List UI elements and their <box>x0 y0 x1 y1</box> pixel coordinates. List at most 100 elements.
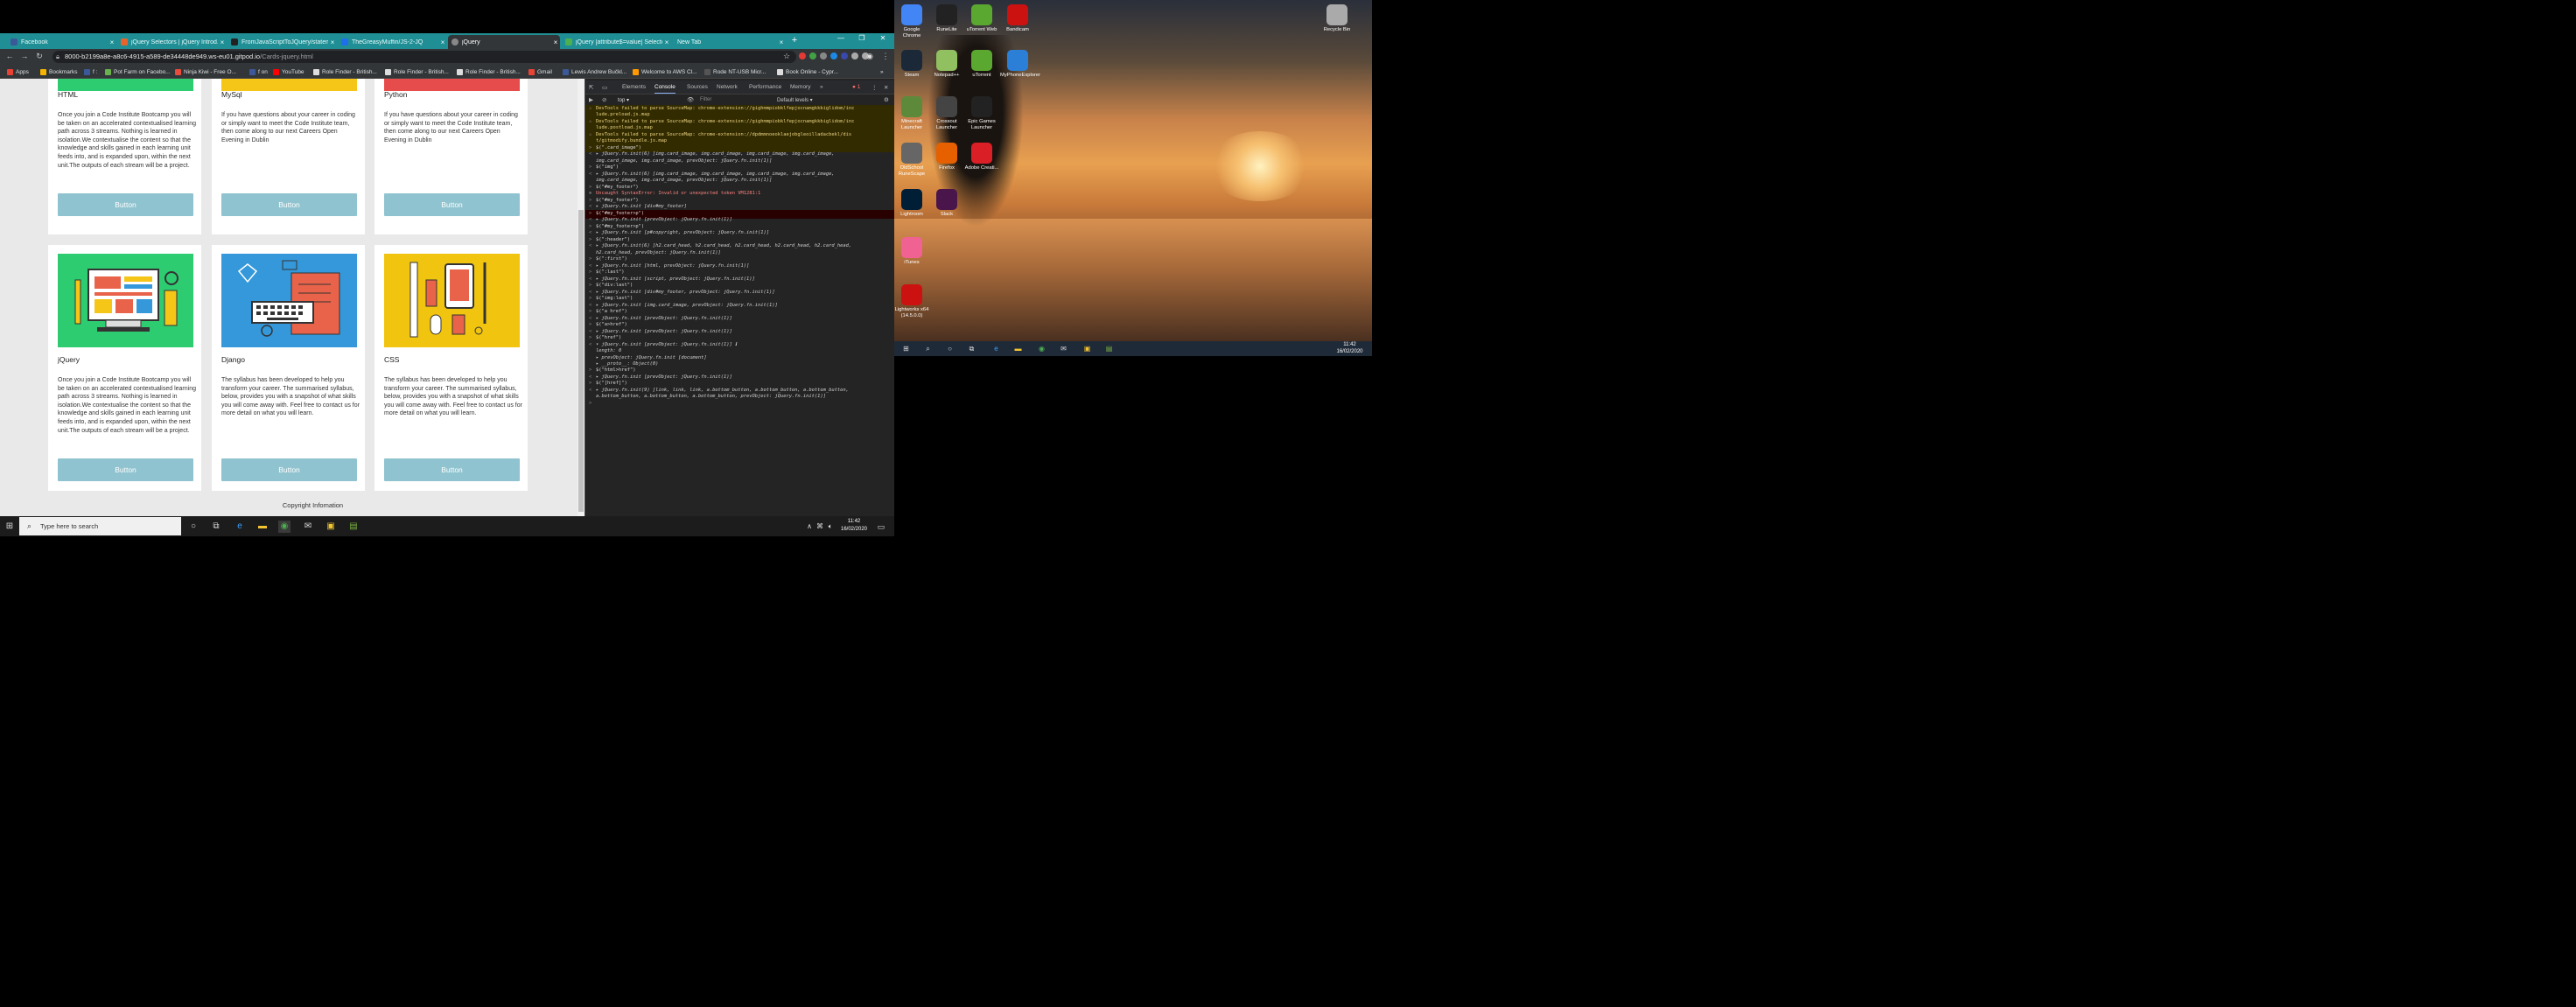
bookmark-aws[interactable]: Welcome to AWS Cl... <box>633 67 697 76</box>
notification-center-icon[interactable]: ▭ <box>875 521 887 533</box>
close-tab-icon[interactable]: × <box>218 38 227 46</box>
bookmark-book-online[interactable]: Book Online - Cypr... <box>777 67 838 76</box>
bookmark-role-finder-3[interactable]: Role Finder - British... <box>457 67 521 76</box>
bookmark-facebook[interactable]: f : <box>84 67 97 76</box>
desktop-icon[interactable]: Lightworks x64 (14.5.0.0) <box>894 284 929 319</box>
back-arrow-icon[interactable]: ← <box>4 51 15 61</box>
desktop-icon[interactable]: Steam <box>894 50 929 79</box>
tab-github-statements[interactable]: FromJavaScriptToJQuery/statem... × <box>228 35 337 49</box>
bookmark-lewis[interactable]: Lewis Andrew Bučkl... <box>563 67 626 76</box>
console-line[interactable]: ▸ jQuery.fn.init [html, prevObject: jQue… <box>596 263 749 270</box>
eye-icon[interactable]: 👁︎ <box>687 96 694 103</box>
extension-icon[interactable] <box>851 52 858 59</box>
notepad-plus-icon[interactable]: ▤ <box>1104 344 1114 353</box>
edge-icon[interactable]: e <box>234 521 246 533</box>
card-button[interactable]: Button <box>384 193 520 216</box>
console-line[interactable]: ▸ prevObject: jQuery.fn.init [document] <box>596 355 707 362</box>
new-tab-button[interactable]: + <box>789 35 800 47</box>
forward-arrow-icon[interactable]: → <box>19 51 30 61</box>
chrome-icon[interactable]: ◉ <box>1037 344 1046 353</box>
console-line[interactable]: ▸ jQuery.fn.init [script, prevObject: jQ… <box>596 276 755 283</box>
tab-attribute-selector[interactable]: jQuery [attribute$=value] Selecto... × <box>562 35 671 49</box>
card-button[interactable]: Button <box>384 458 520 481</box>
cortana-icon[interactable]: ○ <box>187 521 200 533</box>
desktop-icon[interactable]: Google Chrome <box>894 4 929 39</box>
log-levels-select[interactable]: Default levels ▾ <box>777 97 813 103</box>
url-bar[interactable]: 🔒︎ 8000-b2199a8e-a8c6-4915-a589-de34448de… <box>52 51 796 63</box>
file-explorer-icon[interactable]: ▬ <box>1013 344 1023 353</box>
context-select[interactable]: top ▾ <box>618 97 629 103</box>
store-icon[interactable]: ▣ <box>325 521 337 533</box>
volume-icon[interactable]: 🔈︎ <box>824 521 836 533</box>
desktop-icon[interactable]: iTunes <box>894 237 929 266</box>
extension-icon[interactable] <box>841 52 848 59</box>
console-line[interactable]: a.bottom_button, a.bottom_button, a.bott… <box>596 394 826 401</box>
console-line[interactable]: ▸ jQuery.fn.init [prevObject: jQuery.fn.… <box>596 329 732 336</box>
profile-avatar-icon[interactable]: ◉ <box>864 51 875 61</box>
bookmark-pot-farm[interactable]: Pot Farm on Facebo... <box>105 67 171 76</box>
console-line[interactable]: ▸ jQuery.fn.init(6) [img.card_image, img… <box>596 151 835 158</box>
desktop-icon[interactable]: Slack <box>929 189 964 218</box>
desktop-icon[interactable]: MyPhoneExplorer <box>1000 50 1040 79</box>
tab-facebook[interactable]: Facebook × <box>7 35 116 49</box>
close-tab-icon[interactable]: × <box>438 38 447 46</box>
card-button[interactable]: Button <box>58 458 193 481</box>
desktop-icon[interactable]: Adobe Creati... <box>964 143 999 171</box>
console-line[interactable]: ▸ jQuery.fn.init [prevObject: jQuery.fn.… <box>596 374 732 381</box>
close-tab-icon[interactable]: × <box>777 38 786 46</box>
console-line[interactable]: ▸ jQuery.fn.init(9) [link, link, link, a… <box>596 388 849 395</box>
console-filter-input[interactable]: Filter <box>700 96 770 104</box>
tab-jquery-selectors[interactable]: jQuery Selectors | jQuery Introd... × <box>117 35 227 49</box>
extension-icon[interactable] <box>809 52 816 59</box>
device-toolbar-icon[interactable]: ▭ <box>602 84 607 91</box>
console-line[interactable]: ▸ __proto__: Object(0) <box>596 361 658 368</box>
task-view-icon[interactable]: ⧉ <box>210 521 222 533</box>
card-button[interactable]: Button <box>221 458 357 481</box>
bookmark-facebook-2[interactable]: f on <box>249 67 268 76</box>
devtools-tab-console[interactable]: Console <box>654 84 676 94</box>
notepad-plus-icon[interactable]: ▤ <box>347 521 360 533</box>
tab-greasymuffin[interactable]: TheGreasyMuffin/JS-2-JQ × <box>338 35 447 49</box>
console-line[interactable]: length: 0 <box>596 348 621 355</box>
bookmark-role-finder-1[interactable]: Role Finder - British... <box>313 67 377 76</box>
desktop-icon[interactable]: Minecraft Launcher <box>894 96 929 131</box>
edge-icon[interactable]: e <box>991 344 1001 353</box>
devtools-settings-icon[interactable]: ⋮ <box>872 84 878 91</box>
task-view-icon[interactable]: ⧉ <box>967 344 976 353</box>
sidebar-toggle-icon[interactable]: ▶ <box>589 96 593 103</box>
file-explorer-icon[interactable]: ▬ <box>256 521 269 533</box>
devtools-tab-sources[interactable]: Sources <box>687 84 708 90</box>
close-tab-icon[interactable]: × <box>328 38 337 46</box>
desktop-icon[interactable]: Bandicam <box>1000 4 1035 33</box>
extension-icon[interactable] <box>820 52 827 59</box>
taskbar-search-input[interactable]: ⌕ Type here to search <box>19 517 181 535</box>
desktop-icon[interactable]: Recycle Bin <box>1320 4 1354 33</box>
bookmark-role-finder-2[interactable]: Role Finder - British... <box>385 67 449 76</box>
mail-icon[interactable]: ✉ <box>1059 344 1068 353</box>
devtools-tab-memory[interactable]: Memory <box>790 84 810 90</box>
card-button[interactable]: Button <box>58 193 193 216</box>
extension-icon[interactable] <box>799 52 806 59</box>
console-line[interactable]: ▸ jQuery.fn.init [div#my_footer, prevObj… <box>596 290 774 297</box>
console-line[interactable]: ▸ jQuery.fn.init [prevObject: jQuery.fn.… <box>596 316 732 323</box>
close-window-button[interactable]: ✕ <box>873 34 892 46</box>
maximize-button[interactable]: ❐ <box>852 34 872 46</box>
windows-start-icon[interactable]: ⊞ <box>901 344 911 353</box>
desktop-icon[interactable]: Lightroom <box>894 189 929 218</box>
console-line[interactable]: h2.card_head, prevObject: jQuery.fn.init… <box>596 250 721 257</box>
search-icon[interactable]: ⌕ <box>923 344 933 353</box>
close-tab-icon[interactable]: × <box>108 38 116 46</box>
taskbar-clock[interactable]: 11:42 16/02/2020 <box>836 518 872 533</box>
chrome-icon[interactable]: ◉ <box>278 521 290 533</box>
bookmark-rode[interactable]: Rode NT-USB Micr... <box>704 67 766 76</box>
clear-console-icon[interactable]: ⊘ <box>602 96 606 103</box>
desktop-icon[interactable]: Notepad++ <box>929 50 964 79</box>
reload-icon[interactable]: ↻ <box>34 51 45 61</box>
extension-icon[interactable] <box>830 52 837 59</box>
console-line[interactable]: ▾ jQuery.fn.init [prevObject: jQuery.fn.… <box>596 342 737 349</box>
console-line[interactable]: ▸ jQuery.fn.init(6) [img.card_image, img… <box>596 171 835 178</box>
store-icon[interactable]: ▣ <box>1082 344 1092 353</box>
desktop-icon[interactable]: RuneLite <box>929 4 964 33</box>
console-line[interactable]: ▸ jQuery.fn.init [img.card_image, prevOb… <box>596 303 778 310</box>
bookmark-star-icon[interactable]: ☆ <box>781 51 792 61</box>
